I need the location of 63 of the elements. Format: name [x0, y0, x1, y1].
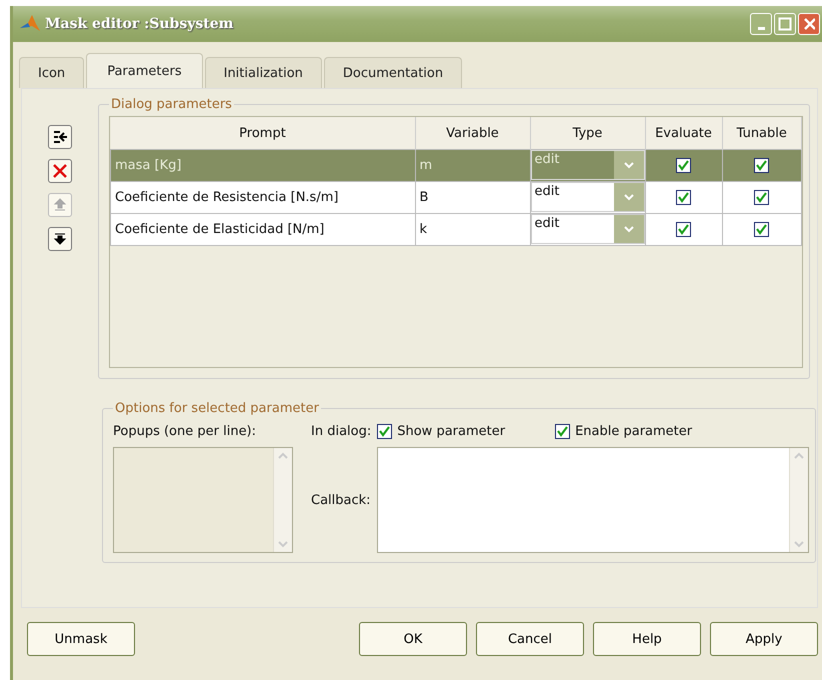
table-cell: masa [Kg]: [110, 150, 415, 182]
scrollbar[interactable]: [273, 448, 292, 552]
table-cell: Coeficiente de Resistencia [N.s/m]: [110, 182, 415, 214]
chevron-down-icon: [624, 224, 634, 232]
type-dropdown[interactable]: edit: [530, 182, 644, 212]
group-title: Dialog parameters: [110, 97, 233, 112]
tab[interactable]: Parameters: [86, 53, 203, 89]
down-parameter-button[interactable]: [48, 227, 72, 251]
column-header[interactable]: Prompt: [110, 117, 415, 150]
dialog-button[interactable]: OK: [359, 622, 467, 656]
maximize-button[interactable]: [774, 13, 796, 35]
chevron-down-icon: [624, 160, 634, 168]
tunable-checkbox[interactable]: [754, 222, 770, 237]
close-button[interactable]: [798, 13, 820, 35]
chevron-down-icon: [624, 192, 634, 200]
evaluate-checkbox[interactable]: [676, 222, 691, 237]
scroll-down-icon[interactable]: [278, 540, 288, 548]
table-cell: m: [415, 150, 530, 182]
close-icon: [803, 17, 815, 31]
scroll-up-icon[interactable]: [278, 452, 288, 460]
tab[interactable]: Icon: [19, 57, 84, 88]
unmask-button[interactable]: Unmask: [27, 622, 135, 656]
popups-label: Popups (one per line):: [113, 424, 258, 439]
in-dialog-label: In dialog:: [311, 424, 372, 439]
move-up-icon: [52, 197, 68, 213]
add-parameter-button[interactable]: [48, 125, 72, 149]
show-parameter-checkbox[interactable]: Show parameter: [377, 424, 506, 439]
dialog-button[interactable]: Apply: [710, 622, 818, 656]
insert-arrow-icon: [52, 129, 68, 145]
window-title: Mask editor :Subsystem: [45, 16, 234, 32]
minimize-button[interactable]: [750, 13, 772, 35]
callback-label: Callback:: [311, 492, 371, 508]
scrollbar[interactable]: [789, 448, 808, 552]
evaluate-checkbox[interactable]: [676, 158, 691, 173]
evaluate-checkbox[interactable]: [676, 190, 691, 205]
scroll-up-icon[interactable]: [794, 452, 804, 460]
check-icon: [557, 426, 568, 437]
maximize-icon: [778, 17, 792, 31]
callback-field[interactable]: [376, 447, 809, 553]
tab[interactable]: Documentation: [324, 57, 462, 88]
popups-field[interactable]: [113, 447, 293, 553]
group-title: Options for selected parameter: [114, 401, 320, 416]
enable-parameter-checkbox[interactable]: Enable parameter: [555, 424, 692, 439]
delete-icon: [52, 163, 68, 179]
move-down-icon: [52, 231, 68, 247]
table-cell: B: [415, 182, 530, 214]
delete-parameter-button[interactable]: [48, 159, 72, 183]
dialog-button[interactable]: Help: [593, 622, 701, 656]
dialog-button[interactable]: Cancel: [476, 622, 584, 656]
type-dropdown[interactable]: edit: [530, 214, 644, 244]
table-cell: Coeficiente de Elasticidad [N/m]: [110, 214, 415, 246]
column-header[interactable]: Tunable: [722, 117, 802, 150]
check-icon: [379, 426, 390, 437]
column-header[interactable]: Variable: [415, 117, 530, 150]
scroll-down-icon[interactable]: [794, 540, 804, 548]
table-cell: k: [415, 214, 530, 246]
tab[interactable]: Initialization: [204, 57, 322, 88]
peak-logo-icon: [19, 14, 41, 34]
column-header[interactable]: Evaluate: [645, 117, 722, 150]
minimize-icon: [758, 26, 764, 30]
tunable-checkbox[interactable]: [754, 158, 770, 173]
column-header[interactable]: Type: [530, 117, 645, 150]
tunable-checkbox[interactable]: [754, 190, 770, 205]
